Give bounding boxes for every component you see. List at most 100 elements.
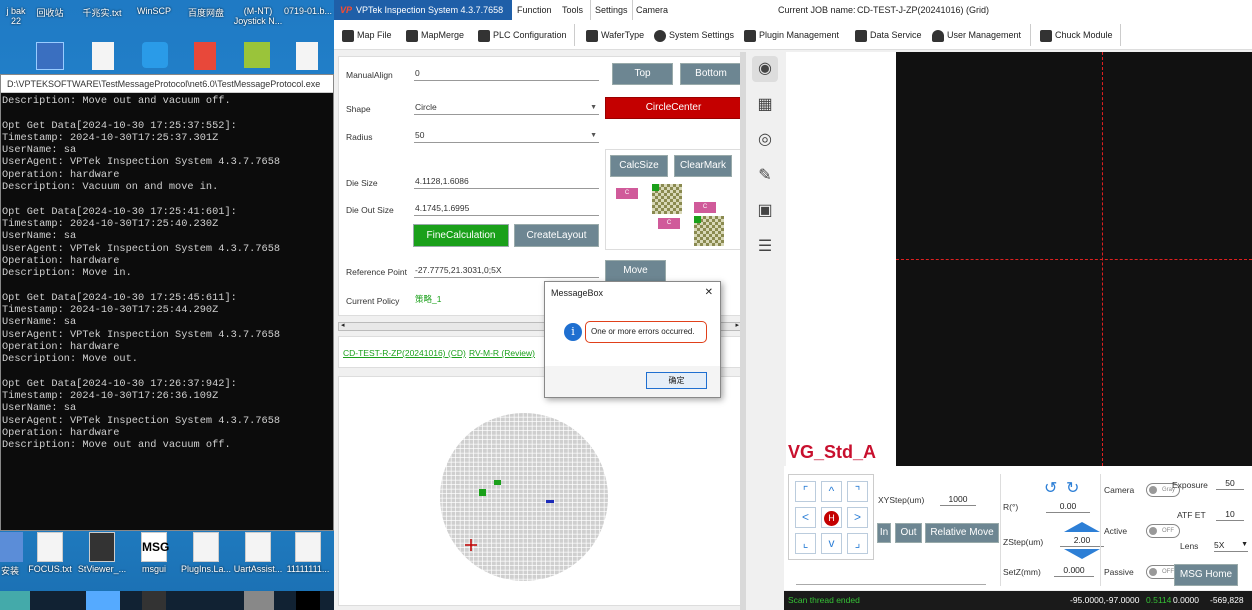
computer-icon[interactable] <box>36 42 64 70</box>
home-icon: H <box>824 511 839 526</box>
current-policy-value: 策略_1 <box>415 294 442 304</box>
chuck-module-button[interactable]: Chuck Module <box>1040 26 1113 44</box>
move-up-button[interactable]: ^ <box>821 481 842 502</box>
circle-center-button[interactable]: CircleCenter <box>605 97 742 119</box>
atf-input[interactable]: 10 <box>1216 508 1244 521</box>
active-toggle[interactable]: OFF <box>1146 524 1180 538</box>
move-up-left-button[interactable]: ⌜ <box>795 481 816 502</box>
mapmerge-button[interactable]: MapMerge <box>406 26 464 44</box>
desktop-icon[interactable]: 11111111... <box>278 532 338 574</box>
system-settings-button[interactable]: System Settings <box>654 26 734 44</box>
in-button[interactable]: In <box>877 523 891 543</box>
top-button[interactable]: Top <box>612 63 673 85</box>
pdf-icon[interactable] <box>194 42 216 70</box>
menu-settings[interactable]: Settings <box>590 0 633 20</box>
console-window[interactable]: D:\VPTEKSOFTWARE\TestMessageProtocol\net… <box>0 74 334 531</box>
app-title: VPTek Inspection System 4.3.7.7658 <box>356 5 504 15</box>
menu-camera[interactable]: Camera <box>636 0 668 20</box>
taskbar-app-icon[interactable] <box>142 591 166 610</box>
radius-select[interactable]: 50 ▼ <box>414 129 599 143</box>
toolbar-label: MapMerge <box>421 30 465 40</box>
die-out-size-input[interactable]: 4.1745,1.6995 <box>414 202 599 216</box>
exposure-input[interactable]: 50 <box>1216 477 1244 490</box>
desktop-icon-msgui[interactable]: MSG msgui <box>124 532 184 574</box>
xystep-input[interactable]: 1000 <box>940 493 976 506</box>
job-link[interactable]: CD-TEST-R-ZP(20241016) (CD) <box>343 348 466 358</box>
chuck-icon <box>1040 29 1052 42</box>
out-button[interactable]: Out <box>895 523 922 543</box>
r-input[interactable]: 0.00 <box>1046 500 1090 513</box>
desktop-icon[interactable]: 千兆实.txt <box>72 6 132 19</box>
setz-input[interactable]: 0.000 <box>1054 564 1094 577</box>
map-file-button[interactable]: Map File <box>342 26 392 44</box>
relative-move-button[interactable]: Relative Move <box>925 523 999 543</box>
plugin-management-button[interactable]: Plugin Management <box>744 26 839 44</box>
move-left-button[interactable]: < <box>795 507 816 528</box>
checklist-icon[interactable]: ☰ <box>752 234 778 260</box>
app-icon[interactable] <box>244 42 270 68</box>
rotate-ccw-icon[interactable]: ↺ <box>1044 478 1057 498</box>
status-message: Scan thread ended <box>788 595 860 605</box>
camera-view[interactable] <box>896 52 1252 466</box>
desktop-icon[interactable]: FOCUS.txt <box>20 532 80 574</box>
scroll-right-icon[interactable]: ▸ <box>735 321 739 329</box>
taskbar-app-icon[interactable] <box>86 591 120 610</box>
clear-mark-button[interactable]: ClearMark <box>674 155 732 177</box>
ok-button[interactable]: 确定 <box>646 372 707 389</box>
move-right-button[interactable]: > <box>847 507 868 528</box>
desktop-icon[interactable]: 0719-01.b... <box>278 6 338 16</box>
die-size-input[interactable]: 4.1128,1.6086 <box>414 175 599 189</box>
calc-size-button[interactable]: CalcSize <box>610 155 668 177</box>
desktop-icon[interactable]: 百度网盘 <box>176 6 236 19</box>
reference-point-input[interactable]: -27.7775,21.3031,0;5X <box>414 264 599 278</box>
move-button[interactable]: Move <box>605 260 666 282</box>
desktop-icon-label: 千兆实.txt <box>82 8 122 18</box>
data-service-button[interactable]: Data Service <box>855 26 922 44</box>
move-down-button[interactable]: v <box>821 533 842 554</box>
taskbar-app-icon[interactable] <box>296 591 320 610</box>
taskbar-app-icon[interactable] <box>0 591 30 610</box>
msg-home-button[interactable]: MSG Home <box>1174 564 1238 586</box>
wafertype-button[interactable]: WaferType <box>586 26 644 44</box>
r-label: R(°) <box>1003 502 1019 512</box>
file-icon[interactable] <box>296 42 318 70</box>
move-up-right-button[interactable]: ⌝ <box>847 481 868 502</box>
review-link[interactable]: RV-M-R (Review) <box>469 348 535 358</box>
move-down-left-button[interactable]: ⌞ <box>795 533 816 554</box>
home-button[interactable]: H <box>821 507 842 528</box>
current-policy-label: Current Policy <box>346 296 400 306</box>
ruler-icon[interactable]: ✎ <box>752 163 778 189</box>
desktop-icon-recycle[interactable]: 回收站 <box>20 6 80 19</box>
menu-function[interactable]: Function <box>517 0 552 20</box>
shape-select[interactable]: Circle ▼ <box>414 101 599 115</box>
z-down-icon[interactable] <box>1064 549 1100 559</box>
close-icon[interactable]: ✕ <box>705 282 713 304</box>
wafer-grid-icon[interactable]: ▦ <box>752 92 778 118</box>
wafer-scan-icon[interactable]: ◎ <box>752 127 778 153</box>
main-app-window: VP VPTek Inspection System 4.3.7.7658 Fun… <box>334 0 1252 610</box>
rotate-cw-icon[interactable]: ↻ <box>1066 478 1079 498</box>
create-layout-button[interactable]: CreateLayout <box>514 224 599 247</box>
camera-icon[interactable]: ◉ <box>752 56 778 82</box>
plc-configuration-button[interactable]: PLC Configuration <box>478 26 567 44</box>
vertical-splitter[interactable] <box>740 52 746 610</box>
desktop-icon[interactable]: PlugIns.La... <box>176 532 236 574</box>
z-up-icon[interactable] <box>1064 522 1100 532</box>
fine-calculation-button[interactable]: FineCalculation <box>413 224 509 247</box>
manual-align-input[interactable]: 0 <box>414 67 599 81</box>
user-management-button[interactable]: User Management <box>932 26 1021 44</box>
zstep-input[interactable]: 2.00 <box>1060 534 1104 547</box>
bottom-button[interactable]: Bottom <box>680 63 742 85</box>
app-icon[interactable] <box>142 42 168 68</box>
move-down-right-button[interactable]: ⌟ <box>847 533 868 554</box>
scroll-left-icon[interactable]: ◂ <box>341 321 345 329</box>
taskbar-app-icon[interactable] <box>244 591 274 610</box>
wafer-map[interactable] <box>339 377 743 607</box>
divider <box>1000 474 1001 586</box>
menu-tools[interactable]: Tools <box>562 0 583 20</box>
lens-select[interactable]: 5X ▼ <box>1214 539 1248 552</box>
desktop-icon-winscp[interactable]: WinSCP <box>124 6 184 16</box>
chart-icon[interactable]: ▣ <box>752 198 778 224</box>
file-icon[interactable] <box>92 42 114 70</box>
desktop-icon[interactable]: StViewer_... <box>72 532 132 574</box>
